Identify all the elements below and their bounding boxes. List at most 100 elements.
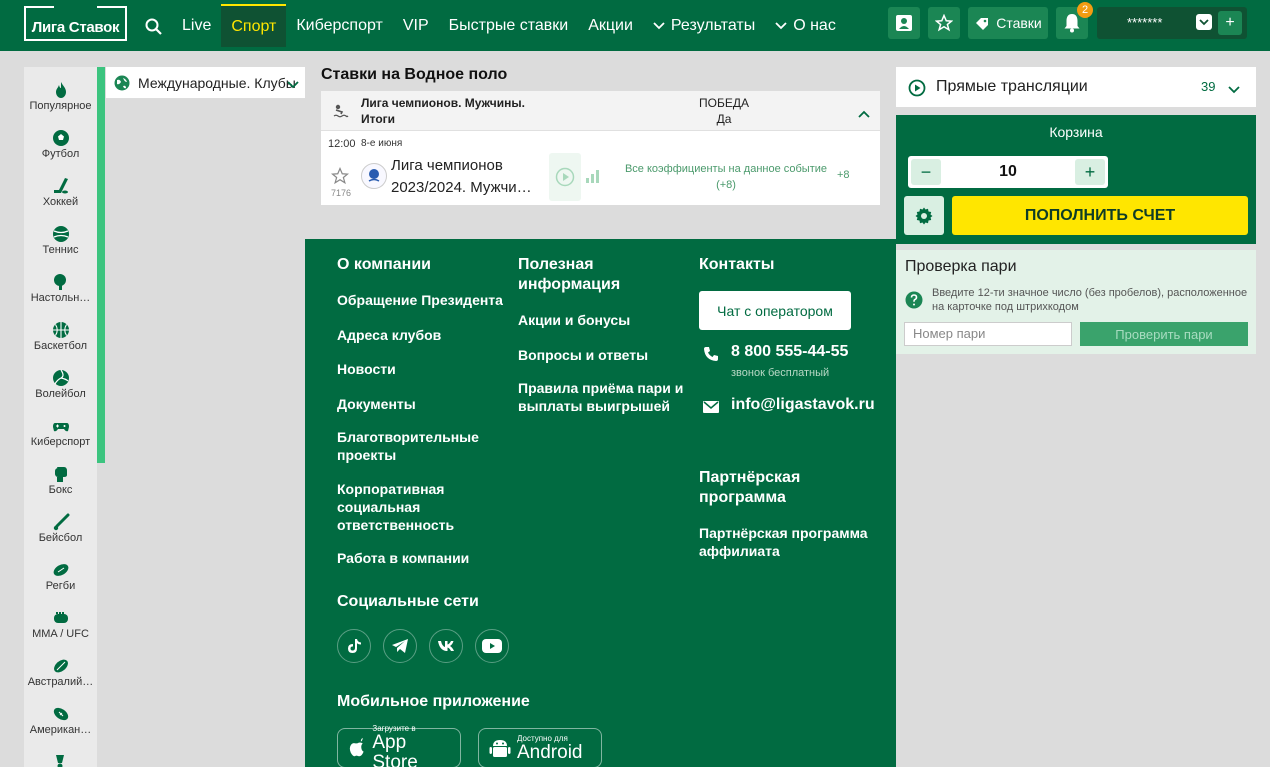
vk-icon[interactable] bbox=[429, 629, 463, 663]
sidebar-item-hockey[interactable]: Хоккей bbox=[24, 170, 97, 218]
league-line: Итоги bbox=[361, 112, 396, 126]
nav-about[interactable]: О нас bbox=[765, 4, 846, 47]
sidebar-item-rugby[interactable]: Регби bbox=[24, 554, 97, 602]
footer-link[interactable]: Корпоративная социальная ответственность bbox=[337, 480, 467, 534]
nav-vip[interactable]: VIP bbox=[393, 4, 439, 47]
more-odds-count[interactable]: +8 bbox=[837, 169, 850, 181]
sport-label: Бейсбол bbox=[38, 532, 83, 544]
event-date: 8-е июня bbox=[361, 138, 403, 149]
sport-label: Хоккей bbox=[42, 196, 79, 208]
sidebar-item-badminton[interactable] bbox=[24, 746, 97, 767]
chevron-down-icon[interactable] bbox=[1196, 14, 1212, 30]
nav-results[interactable]: Результаты bbox=[643, 4, 765, 47]
sidebar-item-mma[interactable]: MMA / UFC bbox=[24, 602, 97, 650]
profile-button[interactable] bbox=[888, 7, 920, 39]
footer-link[interactable]: Работа в компании bbox=[337, 549, 469, 567]
mma-icon bbox=[53, 612, 68, 623]
category-selector[interactable]: Международные. Клубы bbox=[106, 67, 305, 99]
all-odds-line: (+8) bbox=[716, 179, 736, 191]
stake-increase-button[interactable]: + bbox=[1075, 159, 1105, 185]
live-streams-toggle[interactable]: Прямые трансляции 39 bbox=[896, 67, 1256, 107]
search-icon[interactable] bbox=[144, 17, 164, 37]
bell-icon bbox=[1064, 14, 1080, 33]
chevron-down-icon bbox=[287, 76, 299, 92]
tennis-icon bbox=[52, 226, 69, 242]
chevron-down-icon bbox=[1228, 81, 1240, 99]
nav-fast-bets[interactable]: Быстрые ставки bbox=[439, 4, 579, 47]
partner-link[interactable]: Партнёрская программа аффилиата bbox=[699, 524, 879, 560]
gear-icon bbox=[915, 207, 933, 224]
hockey-icon bbox=[53, 178, 68, 194]
all-odds-link[interactable]: Все коэффициенты на данное событие (+8) bbox=[621, 161, 831, 193]
footer-link[interactable]: Благотворительные проекты bbox=[337, 428, 487, 464]
stats-icon[interactable] bbox=[585, 169, 601, 188]
footer-link[interactable]: Обращение Президента bbox=[337, 291, 503, 309]
deposit-button[interactable]: ПОПОЛНИТЬ СЧЕТ bbox=[952, 196, 1248, 235]
tiktok-icon[interactable] bbox=[337, 629, 371, 663]
sidebar-item-baseball[interactable]: Бейсбол bbox=[24, 506, 97, 554]
nav-sport[interactable]: Спорт bbox=[221, 4, 287, 47]
sidebar-item-esports[interactable]: Киберспорт bbox=[24, 410, 97, 458]
sidebar-scrollbar[interactable] bbox=[97, 67, 105, 463]
partner-title: Партнёрская программа bbox=[699, 469, 801, 506]
sidebar-item-popular[interactable]: Популярное bbox=[24, 74, 97, 122]
nav-promotions[interactable]: Акции bbox=[578, 4, 643, 47]
sidebar-item-football[interactable]: Футбол bbox=[24, 122, 97, 170]
check-bet-button[interactable]: Проверить пари bbox=[1080, 322, 1248, 346]
sidebar-item-tennis[interactable]: Теннис bbox=[24, 218, 97, 266]
baseball-icon bbox=[53, 513, 69, 531]
sidebar-item-american-football[interactable]: Американ… bbox=[24, 698, 97, 746]
sidebar-item-table-tennis[interactable]: Настольн… bbox=[24, 266, 97, 314]
stake-stepper[interactable]: − 10 + bbox=[908, 156, 1108, 188]
bets-button[interactable]: Ставки bbox=[968, 7, 1048, 39]
footer-link[interactable]: Новости bbox=[337, 360, 396, 378]
sidebar-item-boxing[interactable]: Бокс bbox=[24, 458, 97, 506]
event-name[interactable]: Лига чемпионов 2023/2024. Мужчин… bbox=[391, 155, 536, 199]
notifications-button[interactable]: 2 bbox=[1056, 2, 1093, 39]
stake-value[interactable]: 10 bbox=[944, 163, 1072, 181]
play-icon[interactable] bbox=[549, 153, 581, 201]
deposit-plus-button[interactable]: + bbox=[1218, 11, 1242, 35]
favorites-button[interactable] bbox=[928, 7, 960, 39]
youtube-icon[interactable] bbox=[475, 629, 509, 663]
nav-live[interactable]: Live bbox=[172, 4, 221, 47]
app-store-text: Загрузите в App Store bbox=[372, 724, 450, 767]
sports-sidebar: Популярное Футбол Хоккей Теннис Настольн… bbox=[24, 67, 97, 767]
chevron-up-icon[interactable] bbox=[858, 105, 870, 123]
event-time: 12:00 bbox=[328, 138, 356, 150]
footer-link[interactable]: Акции и бонусы bbox=[518, 311, 630, 329]
settings-button[interactable] bbox=[904, 196, 944, 235]
water-polo-icon bbox=[333, 103, 349, 124]
user-account[interactable]: ******* + bbox=[1097, 7, 1247, 39]
chat-operator-button[interactable]: Чат с оператором bbox=[699, 291, 851, 330]
football-icon bbox=[52, 130, 69, 146]
sidebar-item-basketball[interactable]: Баскетбол bbox=[24, 314, 97, 362]
app-store-button[interactable]: Загрузите в App Store bbox=[337, 724, 461, 767]
event-header[interactable]: Лига чемпионов. Мужчины. Итоги ПОБЕДА Да bbox=[321, 91, 880, 131]
sport-label: Регби bbox=[45, 580, 76, 592]
rugby-icon bbox=[53, 564, 68, 576]
telegram-icon[interactable] bbox=[383, 629, 417, 663]
footer-link[interactable]: Вопросы и ответы bbox=[518, 346, 648, 364]
sidebar-item-volleyball[interactable]: Волейбол bbox=[24, 362, 97, 410]
footer-link[interactable]: Документы bbox=[337, 395, 416, 413]
app-store-big: App Store bbox=[372, 731, 418, 767]
sport-label: Австралий… bbox=[27, 676, 94, 688]
all-odds-line: Все коэффициенты на данное событие bbox=[624, 163, 828, 175]
footer-link[interactable]: Адреса клубов bbox=[337, 326, 441, 344]
android-button[interactable]: Доступно для Android bbox=[478, 728, 602, 767]
footer-link[interactable]: Правила приёма пари и выплаты выигрышей bbox=[518, 379, 688, 415]
sport-label: Настольн… bbox=[30, 292, 91, 304]
nav-esports[interactable]: Киберспорт bbox=[286, 4, 392, 47]
sidebar-item-aussie-football[interactable]: Австралий… bbox=[24, 650, 97, 698]
live-streams-label: Прямые трансляции bbox=[936, 78, 1088, 95]
bet-number-input[interactable]: Номер пари bbox=[904, 322, 1072, 346]
logo[interactable]: Лига Ставок bbox=[24, 6, 127, 41]
star-icon[interactable] bbox=[330, 166, 350, 190]
phone-icon bbox=[703, 346, 719, 367]
volleyball-icon bbox=[52, 369, 69, 386]
email-link[interactable]: info@ligastavok.ru bbox=[731, 396, 875, 414]
boxing-icon bbox=[54, 467, 67, 482]
phone-number[interactable]: 8 800 555-44-55 bbox=[731, 343, 848, 361]
stake-decrease-button[interactable]: − bbox=[911, 159, 941, 185]
